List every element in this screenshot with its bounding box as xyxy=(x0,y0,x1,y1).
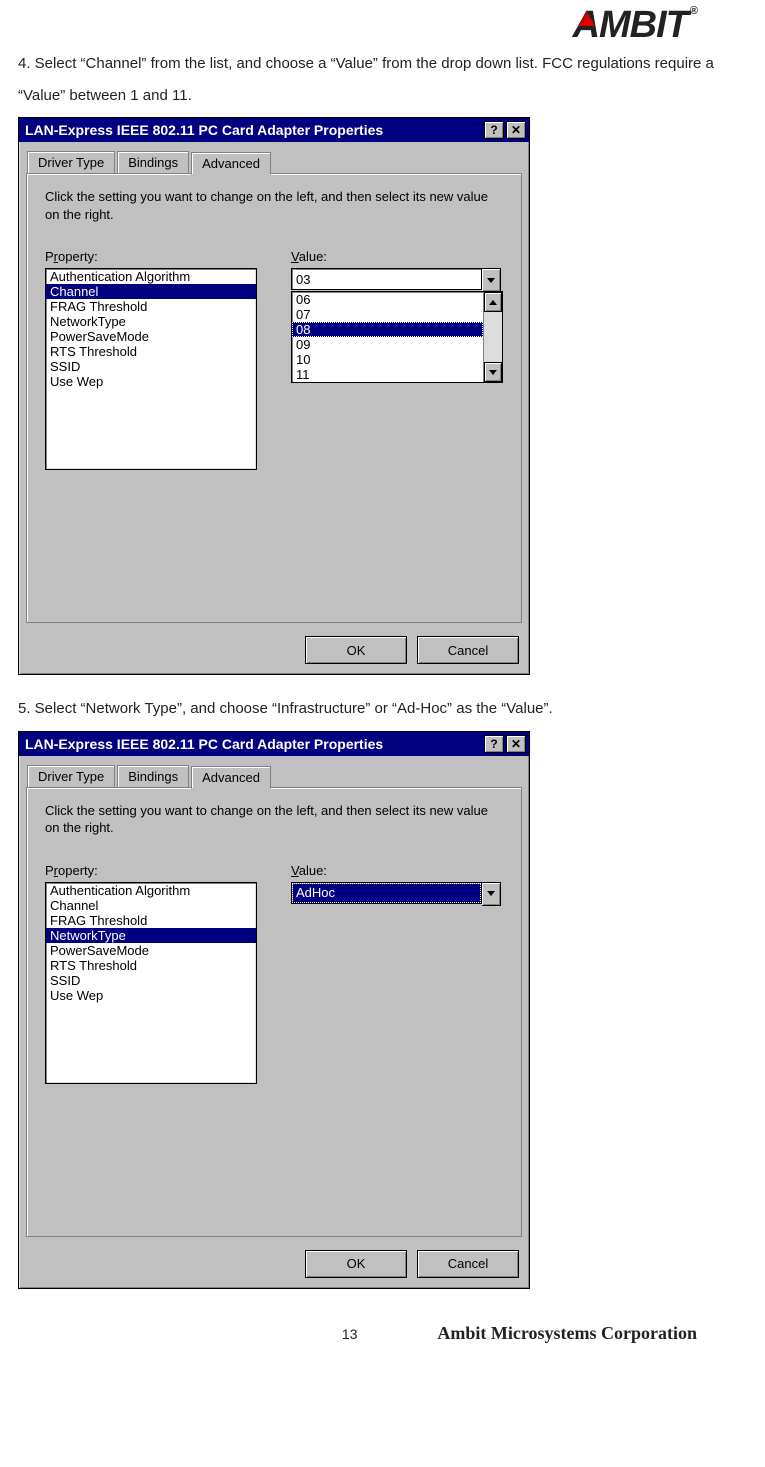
list-item[interactable]: SSID xyxy=(46,359,256,374)
scroll-down-button[interactable] xyxy=(484,362,502,382)
close-button[interactable]: ✕ xyxy=(506,735,526,753)
tab-bindings[interactable]: Bindings xyxy=(117,765,189,788)
dropdown-scrollbar[interactable] xyxy=(483,292,502,382)
chevron-down-icon xyxy=(489,370,497,375)
value-display: 03 xyxy=(291,268,482,290)
list-item[interactable]: Use Wep xyxy=(46,988,256,1003)
value-display: AdHoc xyxy=(291,882,482,904)
list-item[interactable]: RTS Threshold xyxy=(46,958,256,973)
instruction-step-5: 5. Select “Network Type”, and choose “In… xyxy=(18,693,747,725)
instruction-step-4: 4. Select “Channel” from the list, and c… xyxy=(18,48,747,111)
tab-advanced[interactable]: Advanced xyxy=(191,766,271,789)
dropdown-option[interactable]: 09 xyxy=(292,337,483,352)
list-item[interactable]: FRAG Threshold xyxy=(46,299,256,314)
combobox-dropdown-button[interactable] xyxy=(482,268,501,292)
dropdown-option[interactable]: 11 xyxy=(292,367,483,382)
close-icon: ✕ xyxy=(511,738,521,750)
list-item[interactable]: Authentication Algorithm xyxy=(46,269,256,284)
panel-description: Click the setting you want to change on … xyxy=(45,188,503,223)
trademark-icon: ® xyxy=(690,5,697,17)
footer-corp-name: Ambit Microsystems Corporation xyxy=(358,1323,698,1344)
value-combobox[interactable]: 03 xyxy=(291,268,501,292)
window-title: LAN-Express IEEE 802.11 PC Card Adapter … xyxy=(25,122,383,138)
tab-strip: Driver Type Bindings Advanced xyxy=(19,756,529,787)
property-listbox[interactable]: Authentication AlgorithmChannelFRAG Thre… xyxy=(45,268,257,470)
dropdown-option[interactable]: 10 xyxy=(292,352,483,367)
tab-strip: Driver Type Bindings Advanced xyxy=(19,142,529,173)
list-item[interactable]: Authentication Algorithm xyxy=(46,883,256,898)
dropdown-option[interactable]: 07 xyxy=(292,307,483,322)
property-label: Property: xyxy=(45,249,257,264)
list-item[interactable]: NetworkType xyxy=(46,314,256,329)
chevron-up-icon xyxy=(489,300,497,305)
titlebar[interactable]: LAN-Express IEEE 802.11 PC Card Adapter … xyxy=(19,732,529,756)
scroll-track[interactable] xyxy=(484,312,502,362)
value-combobox[interactable]: AdHoc xyxy=(291,882,501,906)
tab-driver-type[interactable]: Driver Type xyxy=(27,151,115,174)
tab-panel-advanced: Click the setting you want to change on … xyxy=(26,787,522,1237)
tab-bindings[interactable]: Bindings xyxy=(117,151,189,174)
window-title: LAN-Express IEEE 802.11 PC Card Adapter … xyxy=(25,736,383,752)
question-icon: ? xyxy=(490,124,497,136)
ok-button[interactable]: OK xyxy=(305,636,407,664)
value-label: Value: xyxy=(291,863,501,878)
logo-mark-icon xyxy=(579,12,595,26)
page-number: 13 xyxy=(18,1326,358,1342)
combobox-dropdown-button[interactable] xyxy=(482,882,501,906)
ok-button[interactable]: OK xyxy=(305,1250,407,1278)
properties-dialog-2: LAN-Express IEEE 802.11 PC Card Adapter … xyxy=(18,731,530,1289)
help-button[interactable]: ? xyxy=(484,121,504,139)
list-item[interactable]: RTS Threshold xyxy=(46,344,256,359)
close-button[interactable]: ✕ xyxy=(506,121,526,139)
property-listbox[interactable]: Authentication AlgorithmChannelFRAG Thre… xyxy=(45,882,257,1084)
properties-dialog-1: LAN-Express IEEE 802.11 PC Card Adapter … xyxy=(18,117,530,675)
list-item[interactable]: PowerSaveMode xyxy=(46,329,256,344)
list-item[interactable]: FRAG Threshold xyxy=(46,913,256,928)
list-item[interactable]: Channel xyxy=(46,898,256,913)
tab-driver-type[interactable]: Driver Type xyxy=(27,765,115,788)
chevron-down-icon xyxy=(487,278,495,283)
cancel-button[interactable]: Cancel xyxy=(417,636,519,664)
list-item[interactable]: SSID xyxy=(46,973,256,988)
titlebar[interactable]: LAN-Express IEEE 802.11 PC Card Adapter … xyxy=(19,118,529,142)
chevron-down-icon xyxy=(487,891,495,896)
list-item[interactable]: PowerSaveMode xyxy=(46,943,256,958)
brand-logo: AAMBITMBIT® xyxy=(18,0,747,44)
dropdown-option[interactable]: 08 xyxy=(292,322,483,337)
dropdown-option[interactable]: 06 xyxy=(292,292,483,307)
list-item[interactable]: NetworkType xyxy=(46,928,256,943)
help-button[interactable]: ? xyxy=(484,735,504,753)
question-icon: ? xyxy=(490,738,497,750)
value-label: Value: xyxy=(291,249,503,264)
tab-advanced[interactable]: Advanced xyxy=(191,152,271,175)
list-item[interactable]: Channel xyxy=(46,284,256,299)
tab-panel-advanced: Click the setting you want to change on … xyxy=(26,173,522,623)
list-item[interactable]: Use Wep xyxy=(46,374,256,389)
scroll-up-button[interactable] xyxy=(484,292,502,312)
panel-description: Click the setting you want to change on … xyxy=(45,802,503,837)
property-label: Property: xyxy=(45,863,257,878)
close-icon: ✕ xyxy=(511,124,521,136)
value-dropdown-list[interactable]: 060708091011 xyxy=(291,291,503,383)
cancel-button[interactable]: Cancel xyxy=(417,1250,519,1278)
